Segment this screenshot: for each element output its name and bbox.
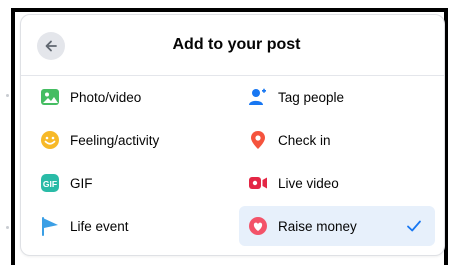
dialog-title: Add to your post: [172, 36, 301, 53]
option-label: Live video: [278, 175, 339, 191]
add-to-post-dialog: Add to your post Photo/video Tag people …: [20, 14, 445, 256]
background-dot: [6, 94, 9, 97]
gif-icon: GIF: [39, 172, 61, 194]
photo-icon: [39, 86, 61, 108]
smiley-icon: [39, 129, 61, 151]
option-feeling-activity[interactable]: Feeling/activity: [31, 120, 231, 160]
option-label: Life event: [70, 218, 129, 234]
option-gif[interactable]: GIF GIF: [31, 163, 231, 203]
arrow-left-icon: [45, 40, 57, 52]
option-label: GIF: [70, 175, 93, 191]
option-label: Raise money: [278, 218, 357, 234]
back-button[interactable]: [37, 32, 65, 60]
checkmark-icon: [407, 220, 421, 232]
background-dot: [6, 226, 9, 229]
option-life-event[interactable]: Life event: [31, 206, 231, 246]
option-label: Check in: [278, 132, 331, 148]
dialog-header: Add to your post: [21, 15, 444, 76]
option-photo-video[interactable]: Photo/video: [31, 77, 231, 117]
tag-people-icon: [247, 86, 269, 108]
location-pin-icon: [247, 129, 269, 151]
option-raise-money[interactable]: Raise money: [239, 206, 435, 246]
option-check-in[interactable]: Check in: [239, 120, 435, 160]
option-live-video[interactable]: Live video: [239, 163, 435, 203]
svg-text:GIF: GIF: [43, 179, 57, 189]
flag-icon: [39, 215, 61, 237]
option-label: Feeling/activity: [70, 132, 160, 148]
option-label: Photo/video: [70, 89, 142, 105]
live-video-icon: [247, 172, 269, 194]
raise-money-icon: [247, 215, 269, 237]
option-label: Tag people: [278, 89, 345, 105]
option-tag-people[interactable]: Tag people: [239, 77, 435, 117]
